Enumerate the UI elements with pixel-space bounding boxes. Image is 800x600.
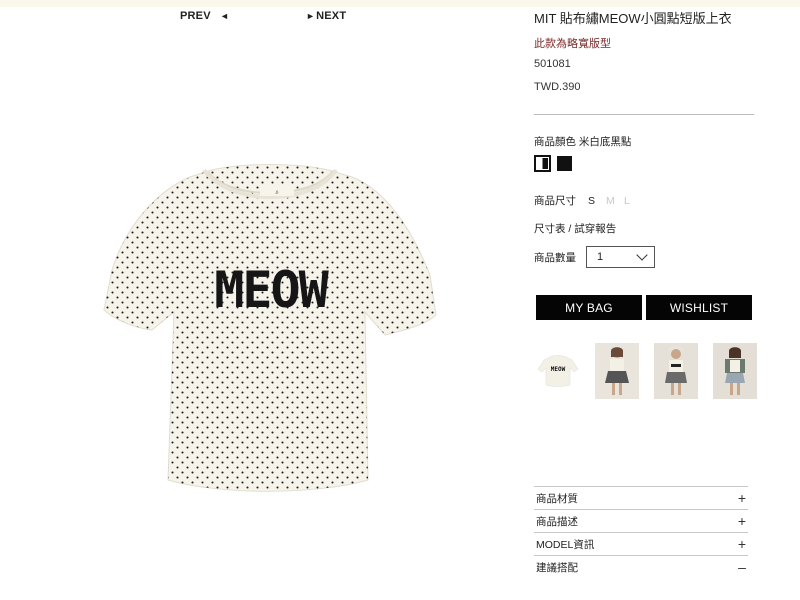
accordion-label: MODEL資訊	[536, 538, 595, 551]
accordion-label: 商品材質	[536, 492, 578, 505]
prev-label: PREV	[180, 10, 211, 22]
next-label: NEXT	[316, 10, 347, 22]
accordion-model-info[interactable]: MODEL資訊 +	[534, 532, 748, 555]
size-option-s[interactable]: S	[588, 195, 606, 207]
left-arrow-icon: ◄	[220, 11, 230, 21]
brand-label-mark: ɓ	[275, 190, 278, 196]
accordion-label: 商品描述	[536, 515, 578, 528]
thumbnail-product[interactable]: MEOW	[536, 343, 580, 399]
accordion-description[interactable]: 商品描述 +	[534, 509, 748, 532]
color-row: 商品顏色 米白底黑點	[534, 134, 631, 149]
prev-link[interactable]: PREV ◄	[180, 10, 229, 22]
thumbnail-strip: MEOW	[536, 343, 757, 399]
fit-note: 此款為略寬版型	[534, 38, 611, 50]
product-price: TWD.390	[534, 81, 581, 93]
size-option-l[interactable]: L	[624, 195, 642, 207]
minus-icon: –	[738, 559, 746, 575]
swatch-ivory-dot[interactable]	[534, 155, 551, 172]
color-label: 商品顏色	[534, 136, 576, 148]
main-product-image: ɓ MEOW	[100, 150, 440, 510]
thumbnail-print-text: MEOW	[550, 366, 566, 373]
info-accordion: 商品材質 + 商品描述 + MODEL資訊 + 建議搭配 –	[534, 486, 748, 578]
wishlist-button[interactable]: WISHLIST	[646, 295, 752, 320]
product-sku: 501081	[534, 58, 571, 70]
quantity-value: 1	[597, 251, 604, 263]
quantity-label: 商品數量	[534, 251, 576, 264]
next-link[interactable]: ►NEXT	[306, 10, 346, 22]
right-arrow-icon: ►	[306, 11, 316, 21]
top-banner-strip	[0, 0, 800, 7]
plus-icon: +	[737, 513, 747, 529]
size-row: 商品尺寸 S M L	[534, 193, 642, 208]
thumbnail-model-2[interactable]	[654, 343, 698, 399]
action-buttons: MY BAG WISHLIST	[536, 295, 752, 320]
size-option-m[interactable]: M	[606, 195, 624, 207]
divider	[534, 114, 754, 115]
accordion-suggested-match[interactable]: 建議搭配 –	[534, 555, 748, 578]
accordion-label: 建議搭配	[536, 561, 578, 574]
shirt-print-text: MEOW	[214, 261, 328, 319]
size-label: 商品尺寸	[534, 195, 576, 207]
thumbnail-model-3[interactable]	[713, 343, 757, 399]
quantity-row: 商品數量 1	[534, 246, 655, 268]
accordion-material[interactable]: 商品材質 +	[534, 486, 748, 509]
plus-icon: +	[737, 490, 747, 506]
color-swatches	[534, 155, 572, 172]
quantity-select[interactable]: 1	[586, 246, 655, 268]
swatch-black[interactable]	[557, 156, 572, 171]
thumbnail-model-1[interactable]	[595, 343, 639, 399]
product-title: MIT 貼布繡MEOW小圓點短版上衣	[534, 11, 732, 26]
chevron-down-icon	[636, 249, 648, 261]
plus-icon: +	[737, 536, 747, 552]
size-chart-link[interactable]: 尺寸表 / 試穿報告	[534, 221, 616, 236]
my-bag-button[interactable]: MY BAG	[536, 295, 642, 320]
color-value: 米白底黑點	[578, 136, 632, 148]
